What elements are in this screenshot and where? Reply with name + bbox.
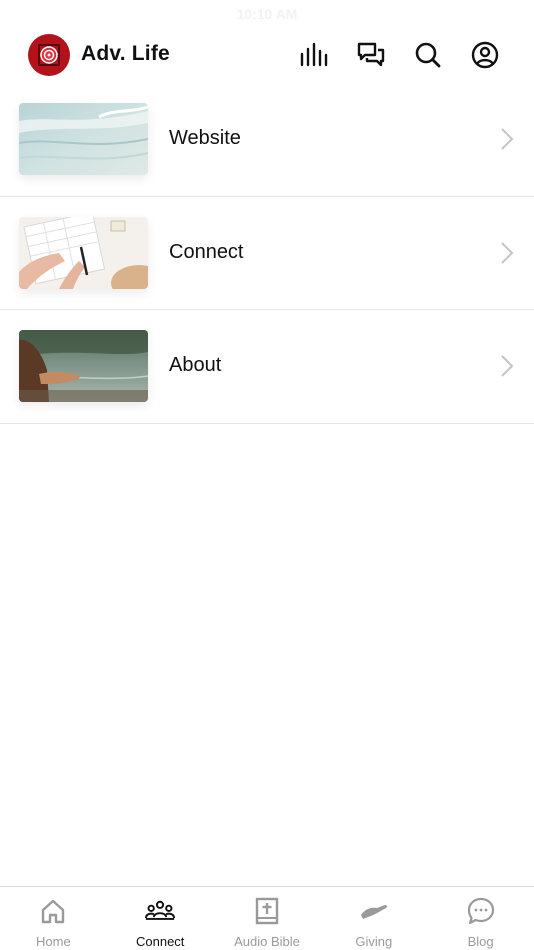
- bar-chart-icon[interactable]: [299, 40, 329, 70]
- tab-blog[interactable]: Blog: [427, 887, 534, 950]
- chevron-right-icon: [501, 128, 514, 150]
- group-icon: [145, 897, 176, 925]
- tab-label: Home: [36, 934, 71, 949]
- list-item-label: Connect: [169, 240, 244, 263]
- ocean-water-image: [19, 103, 148, 175]
- tab-label: Giving: [355, 934, 393, 949]
- search-icon[interactable]: [413, 40, 443, 70]
- app-screen: 10:10 AM Adv. Life Website Connect About…: [0, 0, 534, 950]
- tab-connect[interactable]: Connect: [107, 887, 214, 950]
- chat-bubbles-icon[interactable]: [356, 40, 386, 70]
- chevron-right-icon: [501, 355, 514, 377]
- tab-home[interactable]: Home: [0, 887, 107, 950]
- list-item-label: About: [169, 354, 222, 376]
- profile-icon[interactable]: [470, 40, 500, 70]
- list-item-label: Website: [169, 127, 241, 149]
- lake-hands-image: [19, 330, 148, 402]
- menu-list: Website Connect About: [0, 83, 534, 424]
- target-logo-icon: [38, 44, 60, 66]
- chat-bubble-icon: [466, 897, 496, 925]
- tab-label: Connect: [135, 934, 185, 949]
- giving-hand-icon: [359, 897, 389, 925]
- tab-giving[interactable]: Giving: [320, 887, 427, 950]
- bottom-tab-bar: Home Connect Audio Bible Giving Blog: [0, 886, 534, 950]
- list-item-website[interactable]: Website: [0, 83, 534, 197]
- app-header: Adv. Life: [0, 30, 534, 80]
- chevron-right-icon: [501, 241, 514, 264]
- list-item-connect[interactable]: Connect: [0, 197, 534, 310]
- status-time: 10:10 AM: [236, 6, 298, 22]
- tab-label: Audio Bible: [234, 934, 300, 949]
- home-icon: [38, 897, 68, 925]
- list-item-about[interactable]: About: [0, 310, 534, 424]
- tab-audio-bible[interactable]: Audio Bible: [214, 887, 321, 950]
- bible-icon: [252, 897, 282, 925]
- app-logo[interactable]: [28, 34, 70, 76]
- notebook-writing-image: [19, 216, 148, 289]
- tab-label: Blog: [467, 934, 494, 949]
- app-title: Adv. Life: [81, 42, 170, 65]
